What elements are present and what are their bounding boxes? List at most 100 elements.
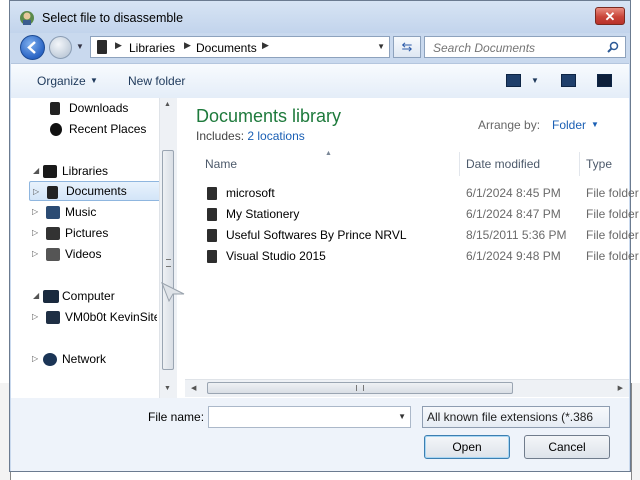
- help-icon[interactable]: [597, 74, 612, 87]
- scroll-up-icon[interactable]: ▲: [164, 101, 171, 108]
- change-view-icon[interactable]: [506, 74, 521, 87]
- collapse-triangle-icon[interactable]: ◢: [33, 286, 39, 306]
- file-name: Useful Softwares By Prince NRVL: [226, 228, 407, 242]
- library-includes: Includes: 2 locations: [196, 129, 305, 143]
- expand-triangle-icon[interactable]: ▷: [32, 223, 38, 243]
- dialog-footer: File name: ▼ All known file extensions (…: [11, 398, 629, 471]
- arrange-dropdown-icon[interactable]: ▼: [591, 120, 599, 129]
- nav-item-label: Network: [62, 352, 107, 366]
- file-date: 6/1/2024 8:47 PM: [466, 207, 561, 221]
- window-title: Select file to disassemble: [42, 11, 184, 25]
- scrollbar-grip: [166, 259, 171, 267]
- column-header-type[interactable]: Type: [580, 152, 640, 176]
- navigation-scrollbar[interactable]: ▲ ▼: [159, 98, 177, 398]
- close-button[interactable]: ✕: [595, 7, 625, 25]
- forward-button[interactable]: [49, 36, 72, 59]
- nav-item-label: VM0b0t KevinSite: [65, 310, 157, 324]
- back-button[interactable]: [20, 35, 45, 60]
- chevron-right-icon[interactable]: ▶: [262, 40, 269, 51]
- file-type: File folder: [586, 249, 639, 263]
- file-name: My Stationery: [226, 207, 300, 221]
- scrollbar-thumb[interactable]: [162, 150, 174, 370]
- file-type: File folder: [586, 186, 639, 200]
- file-date: 6/1/2024 8:45 PM: [466, 186, 561, 200]
- computer-icon: [43, 290, 59, 303]
- file-type-filter[interactable]: All known file extensions (*.386: [422, 406, 610, 428]
- file-name-dropdown-icon[interactable]: ▼: [398, 412, 406, 421]
- libraries-icon: [43, 165, 57, 178]
- nav-item-label: Recent Places: [69, 122, 147, 136]
- cancel-button[interactable]: Cancel: [524, 435, 610, 459]
- expand-triangle-icon[interactable]: ▷: [32, 307, 38, 327]
- network-icon: [43, 353, 57, 366]
- downloads-folder-icon: [50, 102, 60, 115]
- preview-pane-icon[interactable]: [561, 74, 576, 87]
- organize-dropdown-icon[interactable]: ▼: [90, 76, 98, 85]
- browser-panes: Downloads Recent Places ◢ Libraries ▷ Do…: [11, 98, 639, 398]
- file-row[interactable]: Visual Studio 2015 6/1/2024 9:48 PM File…: [197, 246, 640, 267]
- expand-triangle-icon[interactable]: ▷: [33, 182, 39, 202]
- network-drive-icon: [46, 311, 60, 324]
- organize-button[interactable]: Organize: [37, 74, 86, 88]
- search-icon[interactable]: [607, 41, 619, 53]
- column-header-date[interactable]: Date modified: [460, 152, 580, 176]
- file-row[interactable]: Useful Softwares By Prince NRVL 8/15/201…: [197, 225, 640, 246]
- search-box[interactable]: [424, 36, 626, 58]
- chevron-right-icon[interactable]: ▶: [184, 40, 191, 51]
- file-date: 6/1/2024 9:48 PM: [466, 249, 561, 263]
- recent-pages-dropdown[interactable]: ▼: [76, 42, 86, 52]
- view-dropdown-icon[interactable]: ▼: [531, 76, 539, 85]
- nav-item-downloads[interactable]: Downloads: [29, 98, 157, 118]
- folder-icon: [207, 208, 217, 221]
- scrollbar-grip: [356, 385, 364, 391]
- file-row[interactable]: microsoft 6/1/2024 8:45 PM File folder: [197, 183, 640, 204]
- file-name-input[interactable]: ▼: [208, 406, 411, 428]
- folder-icon: [207, 229, 217, 242]
- file-type: File folder: [586, 228, 639, 242]
- library-title: Documents library: [196, 106, 342, 126]
- file-row[interactable]: My Stationery 6/1/2024 8:47 PM File fold…: [197, 204, 640, 225]
- breadcrumb-libraries[interactable]: Libraries: [129, 41, 175, 55]
- refresh-button[interactable]: ⇆: [393, 36, 421, 58]
- locations-link[interactable]: 2 locations: [247, 129, 304, 143]
- nav-item-libraries[interactable]: ◢ Libraries: [29, 161, 157, 181]
- address-dropdown-icon[interactable]: ▼: [377, 42, 385, 51]
- column-header-name[interactable]: Name: [199, 152, 460, 176]
- scroll-left-icon[interactable]: ◀: [191, 384, 196, 392]
- breadcrumb-documents[interactable]: Documents: [196, 41, 257, 55]
- nav-item-music[interactable]: ▷ Music: [29, 202, 157, 222]
- expand-triangle-icon[interactable]: ▷: [32, 244, 38, 264]
- nav-item-pictures[interactable]: ▷ Pictures: [29, 223, 157, 243]
- nav-item-label: Libraries: [62, 164, 109, 178]
- address-bar[interactable]: ▶ Libraries ▶ Documents ▶ ▼: [90, 36, 390, 58]
- arrange-by-dropdown[interactable]: Folder: [552, 118, 586, 132]
- folder-icon: [207, 187, 217, 200]
- title-bar: Select file to disassemble ✕: [10, 1, 630, 33]
- library-icon: [97, 40, 107, 54]
- expand-triangle-icon[interactable]: ▷: [32, 202, 38, 222]
- chevron-right-icon[interactable]: ▶: [115, 40, 122, 51]
- nav-item-label: Downloads: [69, 101, 129, 115]
- back-arrow-icon: [27, 41, 36, 54]
- nav-item-videos[interactable]: ▷ Videos: [29, 244, 157, 264]
- nav-item-label: Videos: [65, 247, 102, 261]
- scroll-right-icon[interactable]: ▶: [618, 384, 623, 392]
- search-input[interactable]: [431, 39, 605, 57]
- horizontal-scrollbar[interactable]: ◀ ▶: [185, 379, 629, 397]
- file-type: File folder: [586, 207, 639, 221]
- file-list-pane: Documents library Includes: 2 locations …: [177, 98, 639, 398]
- nav-item-computer[interactable]: ◢ Computer: [29, 286, 157, 306]
- new-folder-button[interactable]: New folder: [128, 74, 185, 88]
- open-button[interactable]: Open: [424, 435, 510, 459]
- file-name-label: File name:: [148, 410, 205, 424]
- expand-triangle-icon[interactable]: ▷: [32, 349, 38, 369]
- scroll-down-icon[interactable]: ▼: [164, 385, 171, 392]
- nav-item-documents[interactable]: ▷ Documents: [29, 181, 167, 201]
- nav-item-label: Documents: [66, 184, 127, 198]
- nav-item-network-drive[interactable]: ▷ VM0b0t KevinSite: [29, 307, 157, 327]
- videos-library-icon: [46, 248, 60, 261]
- nav-item-network[interactable]: ▷ Network: [29, 349, 157, 369]
- horizontal-scrollbar-thumb[interactable]: [207, 382, 513, 394]
- nav-item-recent-places[interactable]: Recent Places: [29, 119, 157, 139]
- collapse-triangle-icon[interactable]: ◢: [33, 161, 39, 181]
